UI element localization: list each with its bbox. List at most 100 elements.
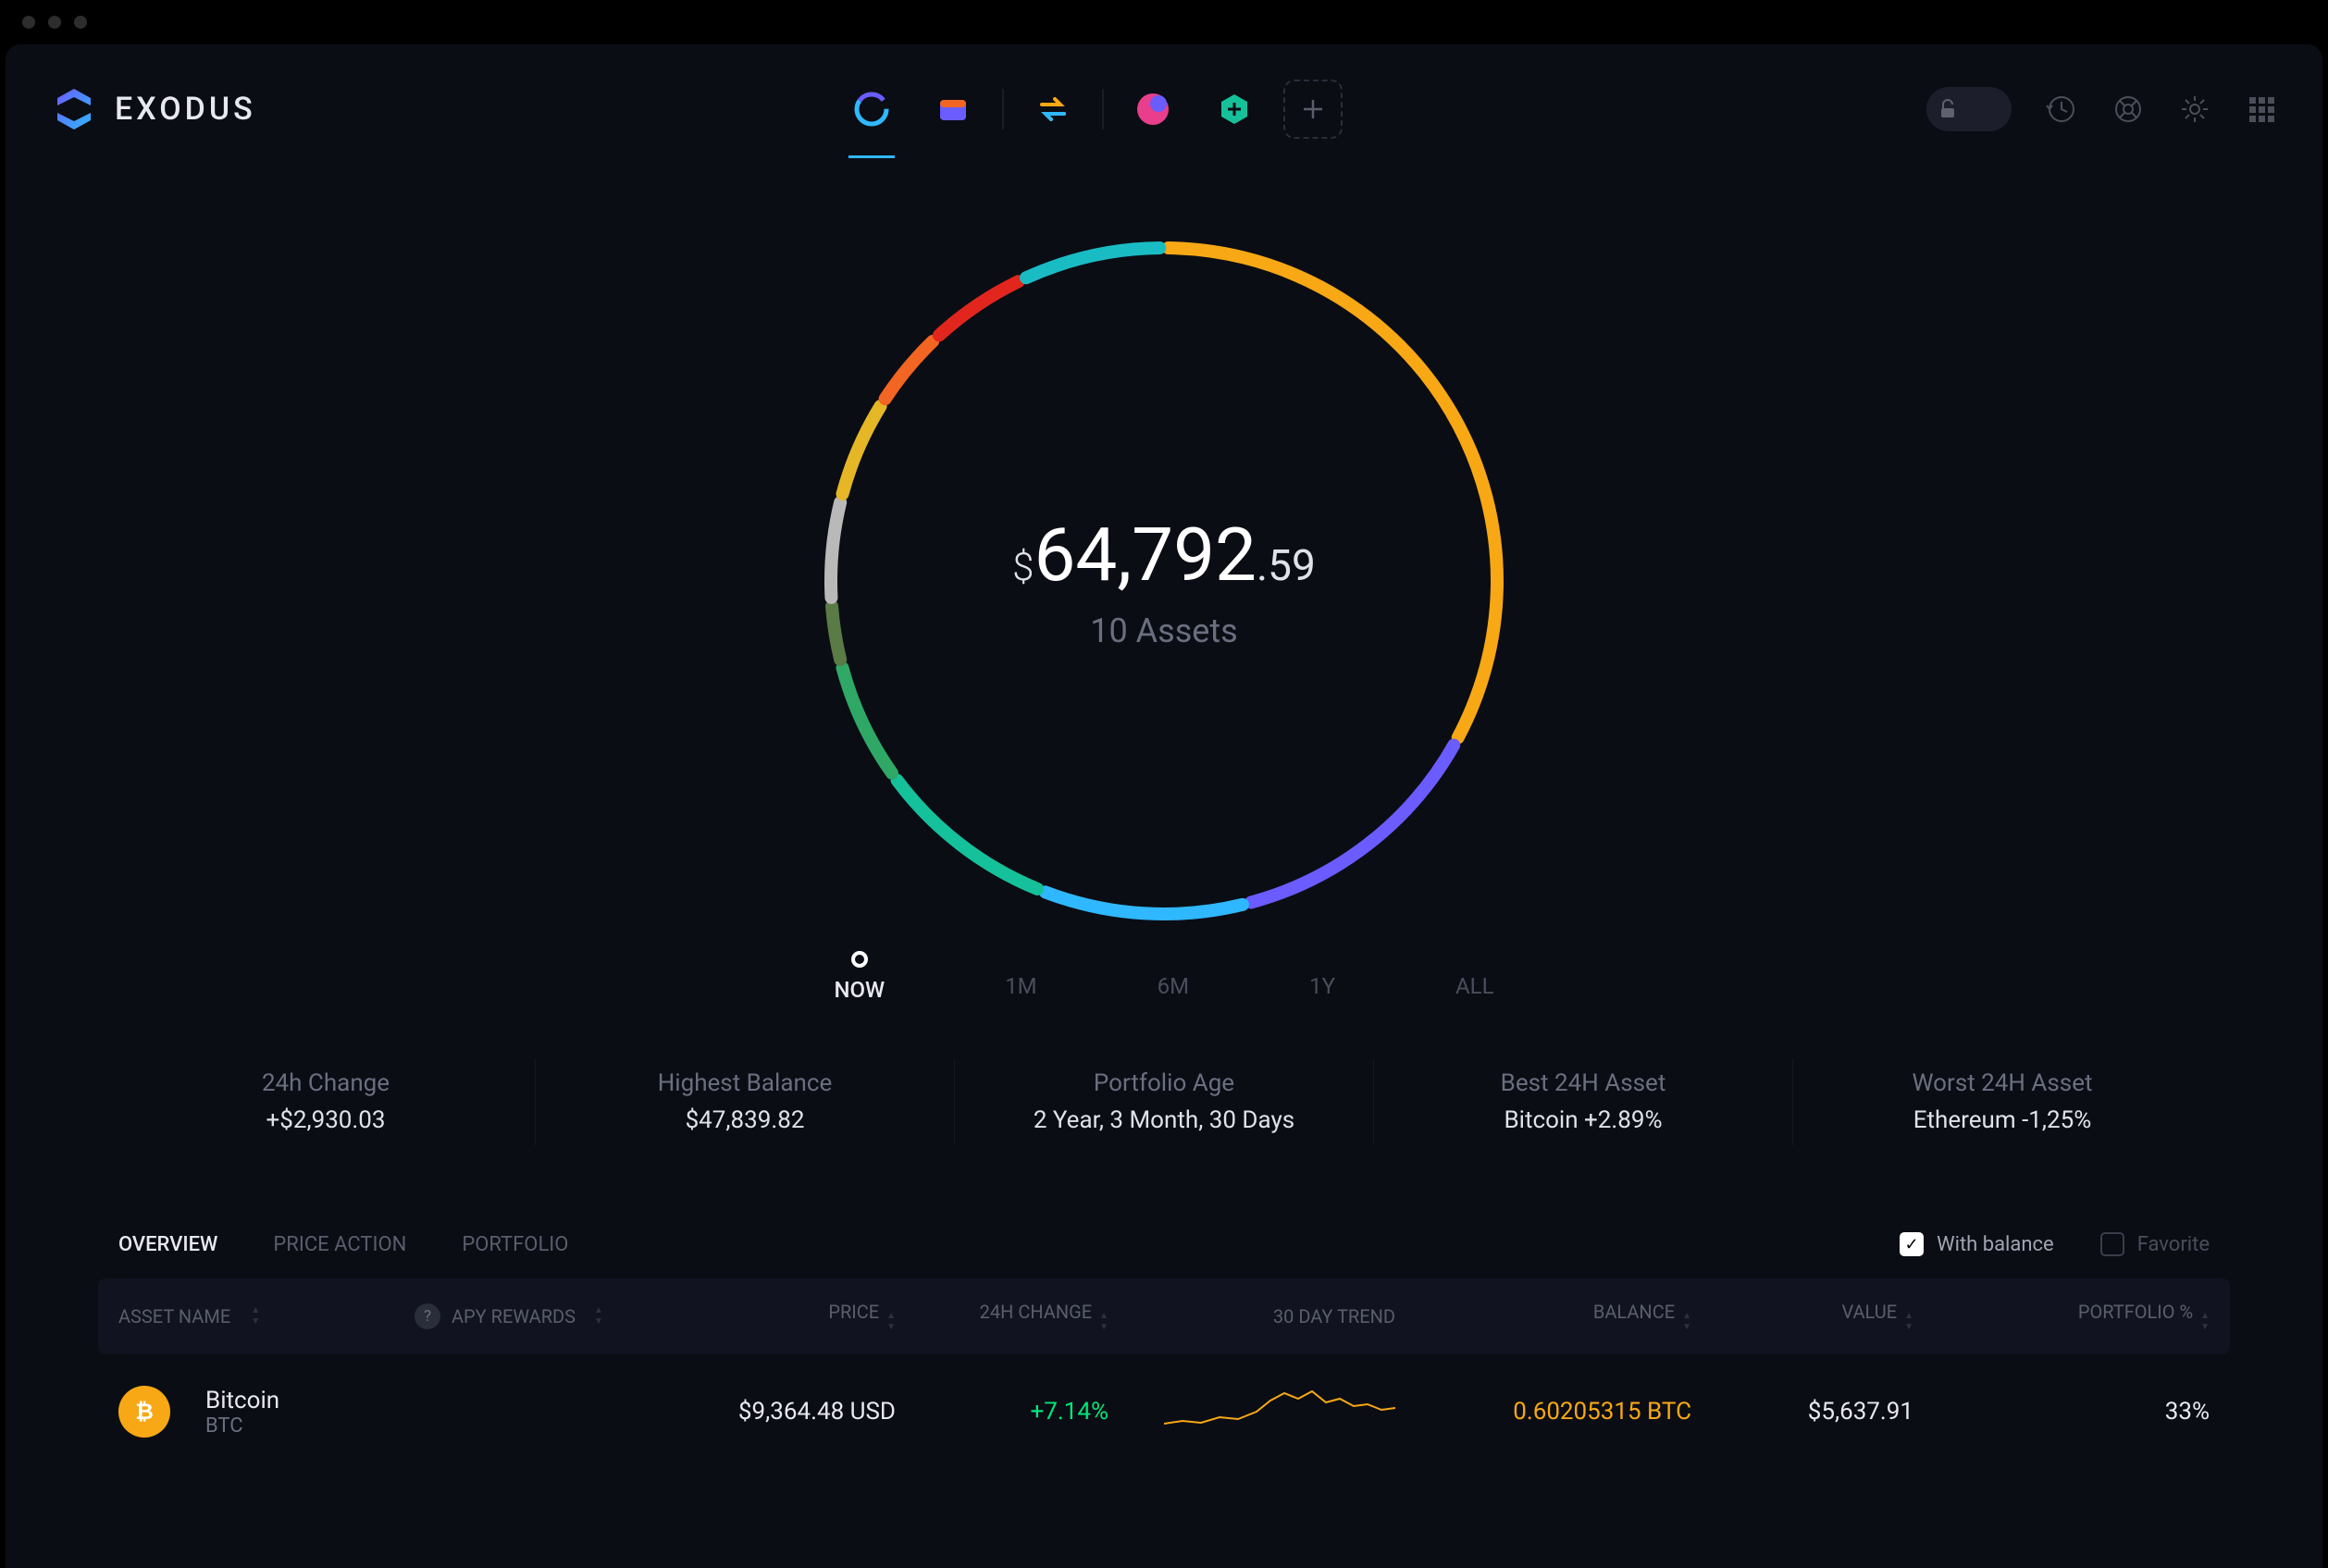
- table-row[interactable]: ₿ Bitcoin BTC $9,364.48 USD +7.14% 0.602…: [98, 1354, 2230, 1469]
- coin-symbol: BTC: [205, 1414, 279, 1438]
- timeframe-now[interactable]: NOW: [834, 951, 885, 1003]
- wallet-icon: [933, 89, 973, 130]
- exodus-logo-icon: [50, 85, 98, 133]
- nav-exchange[interactable]: [1021, 77, 1085, 142]
- donut-slice[interactable]: [843, 668, 892, 773]
- stat-card: Portfolio Age2 Year, 3 Month, 30 Days: [955, 1058, 1374, 1145]
- help-icon[interactable]: ?: [415, 1303, 440, 1329]
- timeframe-label: 6M: [1158, 973, 1189, 999]
- value-cell: $5,637.91: [1691, 1398, 1913, 1426]
- stat-value: Ethereum -1,25%: [1913, 1106, 2092, 1134]
- nav-wallet[interactable]: [921, 77, 985, 142]
- dot-icon: [1167, 951, 1180, 964]
- dot-icon: [1468, 951, 1481, 964]
- lifebuoy-icon: [2112, 93, 2144, 125]
- donut-slice[interactable]: [1026, 248, 1159, 278]
- timeframe-1y[interactable]: 1Y: [1309, 951, 1335, 999]
- hexagon-plus-icon: [1214, 89, 1255, 130]
- settings-button[interactable]: [2178, 93, 2211, 126]
- stat-card: Highest Balance $47,839.82: [536, 1058, 955, 1145]
- col-apy[interactable]: ?APY REWARDS▲▼: [415, 1303, 655, 1329]
- checkbox-empty-icon: [2100, 1232, 2124, 1256]
- nav-portfolio[interactable]: [839, 77, 904, 142]
- stat-label: Best 24H Asset: [1501, 1069, 1666, 1097]
- app-shell: EXODUS: [6, 44, 2322, 1568]
- col-asset-name[interactable]: ASSET NAME▲▼: [118, 1305, 415, 1327]
- bitcoin-icon: ₿: [118, 1386, 170, 1438]
- lock-toggle[interactable]: [1926, 87, 2012, 131]
- col-value[interactable]: VALUE▲▼: [1691, 1301, 1913, 1332]
- tab-price-action[interactable]: PRICE ACTION: [273, 1233, 406, 1256]
- checkbox-checked-icon: ✓: [1900, 1232, 1924, 1256]
- stat-label: Highest Balance: [658, 1069, 833, 1097]
- col-change[interactable]: 24H CHANGE▲▼: [896, 1301, 1108, 1332]
- nav-apps[interactable]: [1202, 77, 1267, 142]
- timeframe-1m[interactable]: 1M: [1005, 951, 1036, 999]
- donut-chart: [812, 229, 1516, 932]
- nav-center: [256, 77, 1926, 142]
- timeframe-all[interactable]: ALL: [1455, 951, 1494, 999]
- col-trend: 30 DAY TREND: [1108, 1305, 1423, 1327]
- grid-button[interactable]: [2245, 93, 2278, 126]
- support-button[interactable]: [2111, 93, 2145, 126]
- window-close-button[interactable]: [22, 16, 35, 29]
- stat-card: Worst 24H AssetEthereum -1,25%: [1793, 1058, 2211, 1145]
- donut-slice[interactable]: [1251, 746, 1454, 903]
- filter-with-balance[interactable]: ✓ With balance: [1900, 1232, 2054, 1256]
- topbar: EXODUS: [6, 44, 2322, 174]
- history-button[interactable]: [2045, 93, 2078, 126]
- coin-name: Bitcoin: [205, 1387, 279, 1414]
- donut-slice[interactable]: [843, 406, 881, 494]
- donut-slice[interactable]: [832, 606, 840, 660]
- dot-icon: [851, 951, 868, 968]
- col-balance[interactable]: BALANCE▲▼: [1423, 1301, 1691, 1332]
- stat-value: Bitcoin +2.89%: [1504, 1106, 1662, 1134]
- donut-slice[interactable]: [885, 341, 934, 399]
- donut-icon: [851, 89, 892, 130]
- history-icon: [2046, 93, 2077, 125]
- gear-icon: [2179, 93, 2210, 125]
- stat-value: 2 Year, 3 Month, 30 Days: [1034, 1106, 1294, 1134]
- dot-icon: [1014, 951, 1027, 964]
- tab-overview[interactable]: OVERVIEW: [118, 1233, 217, 1256]
- stat-value: $47,839.82: [686, 1106, 805, 1134]
- col-price[interactable]: PRICE▲▼: [655, 1301, 896, 1332]
- nav-divider: [1002, 89, 1004, 130]
- stat-value: +$2,930.03: [266, 1106, 385, 1134]
- dot-icon: [1316, 951, 1329, 964]
- tab-portfolio[interactable]: PORTFOLIO: [462, 1233, 568, 1256]
- filter-label: With balance: [1937, 1233, 2054, 1256]
- donut-slice[interactable]: [1046, 892, 1243, 914]
- col-portfolio-pct[interactable]: PORTFOLIO %▲▼: [1913, 1301, 2210, 1332]
- timeframe-label: 1Y: [1309, 973, 1335, 999]
- donut-slice[interactable]: [1169, 248, 1497, 737]
- window-titlebar: [0, 0, 2328, 44]
- table-header: ASSET NAME▲▼ ?APY REWARDS▲▼ PRICE▲▼ 24H …: [98, 1278, 2230, 1354]
- timeframe-6m[interactable]: 6M: [1158, 951, 1189, 999]
- app-logo[interactable]: EXODUS: [50, 85, 256, 133]
- window-minimize-button[interactable]: [48, 16, 61, 29]
- donut-slice[interactable]: [939, 281, 1018, 335]
- svg-text:₿: ₿: [135, 1399, 154, 1425]
- timeframe-label: 1M: [1005, 973, 1036, 999]
- donut-slice[interactable]: [831, 502, 840, 598]
- plus-icon: [1300, 96, 1326, 122]
- window-zoom-button[interactable]: [74, 16, 87, 29]
- grid-icon: [2248, 95, 2275, 123]
- change-cell: +7.14%: [896, 1398, 1108, 1426]
- filter-label: Favorite: [2137, 1233, 2210, 1256]
- exchange-icon: [1033, 89, 1073, 130]
- nav-add[interactable]: [1283, 80, 1343, 139]
- main-content: $ 64,792 .59 10 Assets NOW1M6M1YALL 24h …: [6, 174, 2322, 1568]
- timeframe-selector: NOW 1M 6M 1Y ALL: [834, 951, 1493, 1003]
- nav-profile[interactable]: [1121, 77, 1185, 142]
- timeframe-label: ALL: [1455, 973, 1494, 999]
- stats-row: 24h Change+$2,930.03Highest Balance$47,8…: [6, 1031, 2322, 1173]
- filter-favorite[interactable]: Favorite: [2100, 1232, 2210, 1256]
- balance-cell: 0.60205315 BTC: [1423, 1398, 1691, 1426]
- lock-open-icon: [1936, 97, 1960, 121]
- donut-slice[interactable]: [898, 780, 1038, 889]
- topbar-right: [1926, 87, 2278, 131]
- assets-table: OVERVIEW PRICE ACTION PORTFOLIO ✓ With bal…: [6, 1210, 2322, 1469]
- portfolio-donut: $ 64,792 .59 10 Assets: [812, 229, 1516, 932]
